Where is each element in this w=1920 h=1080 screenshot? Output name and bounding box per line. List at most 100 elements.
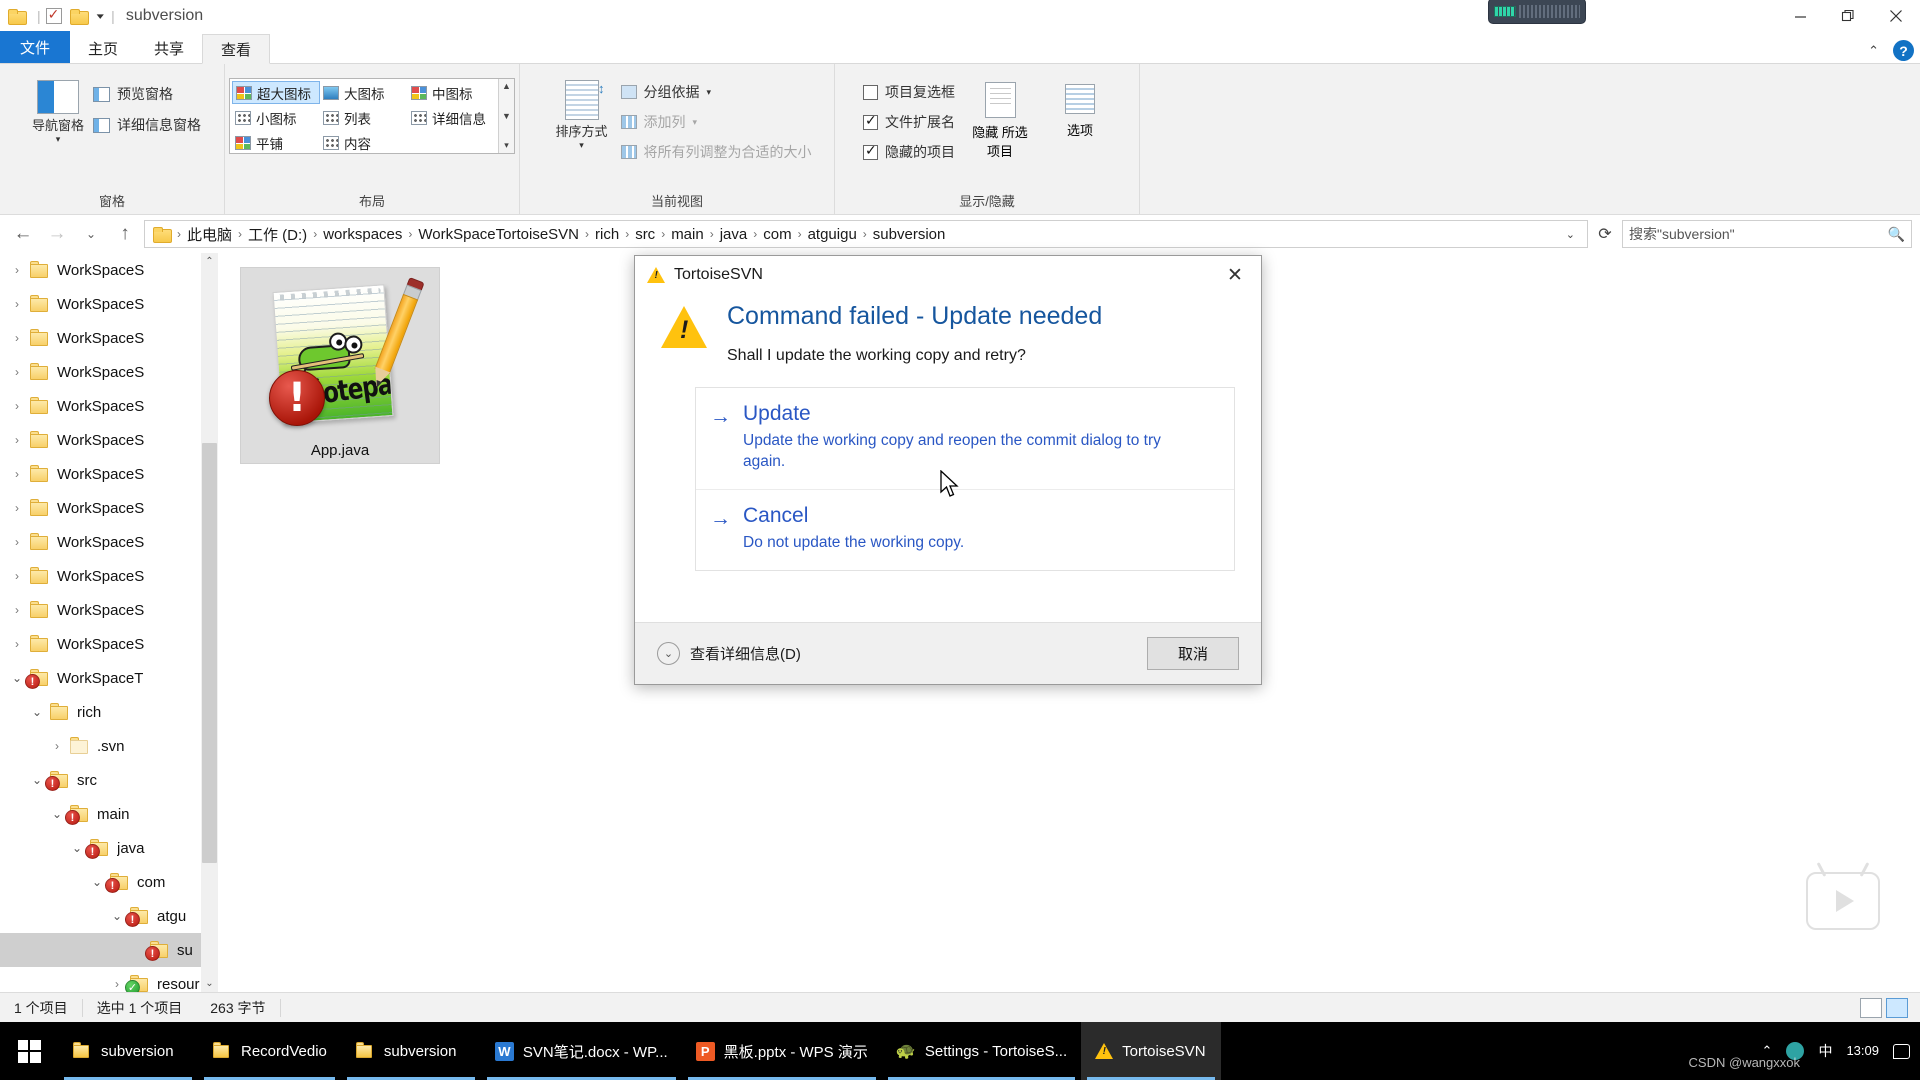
tree-item-rich[interactable]: ⌄ rich: [0, 695, 218, 729]
navigation-tree[interactable]: › WorkSpaceS › WorkSpaceS › WorkSpaceS › WorkSp…: [0, 253, 218, 992]
scroll-up-icon[interactable]: ▲: [502, 81, 511, 91]
chevron-down-icon[interactable]: ⌄: [1558, 228, 1583, 241]
chevron-down-icon[interactable]: ▾: [707, 87, 712, 98]
chevron-right-icon[interactable]: ›: [6, 535, 28, 549]
breadcrumb-item-7[interactable]: java: [715, 224, 753, 245]
item-checkboxes-option[interactable]: 项目复选框: [863, 82, 955, 102]
search-icon[interactable]: 🔍: [1888, 226, 1905, 243]
chevron-right-icon[interactable]: ›: [6, 569, 28, 583]
tab-view[interactable]: 查看: [202, 34, 271, 64]
breadcrumb-item-3[interactable]: WorkSpaceTortoiseSVN: [413, 224, 584, 245]
properties-checkbox-icon[interactable]: [45, 6, 62, 24]
search-input[interactable]: 搜索"subversion": [1629, 224, 1882, 244]
view-option-medium-icons[interactable]: 中图标: [408, 81, 496, 104]
clock[interactable]: 13:09: [1846, 1043, 1879, 1059]
sort-by-button[interactable]: ↕ 排序方式 ▾: [543, 72, 621, 151]
gallery-expand-icon[interactable]: ▾: [504, 140, 509, 151]
scroll-up-icon[interactable]: ⌃: [201, 253, 218, 270]
view-option-content[interactable]: 内容: [320, 131, 408, 154]
tree-item-src[interactable]: ⌄! src: [0, 763, 218, 797]
chevron-right-icon[interactable]: ›: [46, 739, 68, 753]
command-link-cancel[interactable]: → Cancel Do not update the working copy.: [696, 490, 1234, 570]
show-details-expander[interactable]: ⌄ 查看详细信息(D): [657, 642, 801, 665]
checkbox-icon[interactable]: [863, 84, 878, 100]
tree-item-workspaces[interactable]: › WorkSpaceS: [0, 423, 218, 457]
chevron-right-icon[interactable]: ›: [6, 263, 28, 277]
tree-item-workspacet[interactable]: ⌄! WorkSpaceT: [0, 661, 218, 695]
details-view-button[interactable]: [1860, 997, 1882, 1018]
screen-recorder-toolbar[interactable]: [1488, 0, 1586, 24]
view-option-small-icons[interactable]: 小图标: [232, 106, 320, 129]
search-box[interactable]: 搜索"subversion" 🔍: [1622, 220, 1912, 248]
breadcrumb-item-8[interactable]: com: [758, 224, 796, 245]
navigation-pane-button[interactable]: 导航窗格 ▾: [23, 72, 93, 145]
dialog-cancel-button[interactable]: 取消: [1147, 637, 1239, 670]
view-gallery-scrollbar[interactable]: ▲ ▼ ▾: [498, 79, 514, 153]
notification-icon[interactable]: [1893, 1043, 1910, 1059]
chevron-down-circle-icon[interactable]: ⌄: [657, 642, 680, 665]
tree-item-workspaces[interactable]: › WorkSpaceS: [0, 253, 218, 287]
hide-selected-button[interactable]: 隐藏 所选项目: [969, 72, 1031, 160]
file-item-app-java[interactable]: Notepad++ ! App.java: [240, 267, 440, 464]
forward-button[interactable]: →: [42, 219, 72, 249]
preview-pane-button[interactable]: 预览窗格: [93, 84, 201, 104]
tree-item-workspaces[interactable]: › WorkSpaceS: [0, 457, 218, 491]
taskbar-item-subversion-2[interactable]: subversion: [341, 1022, 481, 1080]
chevron-right-icon[interactable]: ›: [6, 501, 28, 515]
close-button[interactable]: [1872, 0, 1920, 32]
large-icons-view-button[interactable]: [1886, 997, 1908, 1018]
tree-item-workspaces[interactable]: › WorkSpaceS: [0, 559, 218, 593]
breadcrumb-item-1[interactable]: 工作 (D:): [243, 222, 312, 247]
breadcrumb-item-6[interactable]: main: [666, 224, 709, 245]
tree-item-su[interactable]: ! su: [0, 933, 218, 967]
taskbar-item-svn-notes-docx[interactable]: W SVN笔记.docx - WP...: [481, 1022, 682, 1080]
taskbar-item-heiban-pptx[interactable]: P 黑板.pptx - WPS 演示: [682, 1022, 882, 1080]
address-breadcrumb-bar[interactable]: › 此电脑 › 工作 (D:) › workspaces › WorkSpace…: [144, 220, 1588, 248]
view-option-large-icons[interactable]: 大图标: [320, 81, 408, 104]
chevron-down-icon[interactable]: ⌄: [26, 705, 48, 719]
group-by-button[interactable]: 分组依据 ▾: [620, 82, 812, 102]
maximize-button[interactable]: [1824, 0, 1872, 32]
chevron-right-icon[interactable]: ›: [6, 467, 28, 481]
tree-item-workspaces[interactable]: › WorkSpaceS: [0, 627, 218, 661]
tree-item-main[interactable]: ⌄! main: [0, 797, 218, 831]
checkbox-checked-icon[interactable]: [863, 112, 878, 130]
options-button[interactable]: 选项: [1049, 72, 1111, 139]
chevron-right-icon[interactable]: ›: [6, 331, 28, 345]
taskbar-item-subversion-1[interactable]: subversion: [58, 1022, 198, 1080]
fit-columns-button[interactable]: 将所有列调整为合适的大小: [620, 142, 812, 162]
tree-scrollbar[interactable]: ⌃ ⌄: [201, 253, 218, 992]
checkbox-checked-icon[interactable]: [863, 142, 878, 160]
tree-item-workspaces[interactable]: › WorkSpaceS: [0, 287, 218, 321]
up-button[interactable]: ↑: [110, 219, 140, 249]
breadcrumb-item-0[interactable]: 此电脑: [182, 222, 237, 247]
breadcrumb-item-2[interactable]: workspaces: [318, 224, 407, 245]
details-pane-button[interactable]: 详细信息窗格: [93, 115, 201, 135]
chevron-down-icon[interactable]: ▾: [56, 134, 61, 145]
view-option-extra-large-icons[interactable]: 超大图标: [232, 81, 320, 104]
view-option-list[interactable]: 列表: [320, 106, 408, 129]
tree-item-java[interactable]: ⌄! java: [0, 831, 218, 865]
dialog-close-button[interactable]: ✕: [1213, 258, 1257, 292]
hidden-items-option[interactable]: 隐藏的项目: [863, 142, 955, 162]
quick-access-folder-icon[interactable]: [8, 6, 28, 26]
taskbar-item-tortoisesvn-dialog[interactable]: ! TortoiseSVN: [1081, 1022, 1222, 1080]
tree-item-resour[interactable]: › ✓ resour: [0, 967, 218, 992]
chevron-right-icon[interactable]: ›: [6, 399, 28, 413]
tree-item-workspaces[interactable]: › WorkSpaceS: [0, 491, 218, 525]
ime-indicator[interactable]: 中: [1818, 1041, 1832, 1061]
tree-item-com[interactable]: ⌄! com: [0, 865, 218, 899]
breadcrumb-item-5[interactable]: src: [630, 224, 660, 245]
start-button[interactable]: [0, 1022, 58, 1080]
file-extensions-option[interactable]: 文件扩展名: [863, 112, 955, 132]
view-option-tiles[interactable]: 平铺: [232, 131, 320, 154]
chevron-right-icon[interactable]: ›: [6, 433, 28, 447]
scrollbar-thumb[interactable]: [202, 443, 217, 863]
command-link-update[interactable]: → Update Update the working copy and reo…: [696, 388, 1234, 490]
recent-locations-button[interactable]: ⌄: [76, 219, 106, 249]
chevron-right-icon[interactable]: ›: [6, 297, 28, 311]
chevron-right-icon[interactable]: ›: [6, 365, 28, 379]
breadcrumb-item-9[interactable]: atguigu: [803, 224, 862, 245]
chevron-down-icon[interactable]: ▾: [693, 117, 698, 128]
chevron-down-icon[interactable]: ▾: [579, 140, 584, 151]
